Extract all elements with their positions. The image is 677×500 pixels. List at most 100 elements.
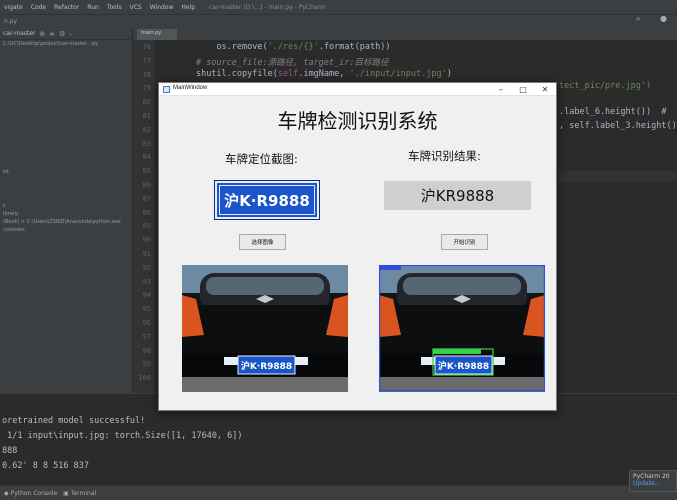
collapse-icon[interactable]: ≑ bbox=[49, 30, 55, 38]
code-token: './res/{}' bbox=[267, 42, 319, 52]
nav-path[interactable]: n.py bbox=[4, 18, 17, 25]
line-number: 95 bbox=[142, 305, 151, 314]
globe-icon[interactable]: ⊕ bbox=[39, 30, 45, 38]
window-titlebar[interactable]: MainWindow – □ ✕ bbox=[159, 83, 556, 96]
console-line: 888 bbox=[2, 446, 18, 456]
menu-code[interactable]: Code bbox=[27, 4, 50, 11]
menu-tools[interactable]: Tools bbox=[103, 4, 126, 11]
line-number: 86 bbox=[142, 181, 151, 189]
line-number: 81 bbox=[142, 112, 151, 120]
photo-plate-text: 沪K·R9888 bbox=[240, 362, 293, 372]
start-recognition-button[interactable]: 开始识别 bbox=[441, 234, 488, 250]
line-number: 87 bbox=[142, 194, 151, 203]
tree-item[interactable]: consoles bbox=[0, 226, 132, 234]
line-number: 90 bbox=[142, 236, 151, 245]
code-token: .imgName, bbox=[298, 69, 350, 79]
console-line: 0.62' 8 8 516 837 bbox=[2, 461, 89, 471]
console-line: 1/1 input\input.jpg: torch.Size([1, 1764… bbox=[2, 431, 243, 441]
line-number: 91 bbox=[142, 250, 151, 258]
python-console-label: Python Console bbox=[10, 489, 58, 497]
line-number: 84 bbox=[142, 153, 151, 162]
maximize-icon[interactable]: □ bbox=[512, 83, 534, 96]
code-line: # source_file:源路径, target_ir:目标路径 bbox=[155, 56, 389, 68]
code-fragment: .label_6.height()) # bbox=[559, 107, 667, 117]
line-number: 85 bbox=[142, 167, 151, 176]
gear-icon[interactable]: ⚙ bbox=[59, 30, 65, 38]
recognition-result-label: 车牌识别结果: bbox=[408, 149, 481, 163]
update-notification[interactable]: PyCharm 20 Update... bbox=[629, 470, 677, 492]
tab-main-py[interactable]: main.py bbox=[137, 29, 177, 40]
user-icon[interactable]: ● bbox=[660, 14, 667, 23]
code-token: .format(path)) bbox=[318, 42, 391, 52]
line-number: 82 bbox=[142, 125, 151, 134]
terminal-label: Terminal bbox=[70, 489, 97, 497]
plate-crop-text: 沪K·R9888 bbox=[219, 185, 315, 215]
line-number: 99 bbox=[142, 360, 151, 369]
line-number: 98 bbox=[142, 346, 151, 355]
main-window: MainWindow – □ ✕ 车牌检测识别系统 车牌定位截图: 车牌识别结果… bbox=[158, 82, 557, 411]
code-token: self bbox=[277, 69, 299, 79]
menu-refactor[interactable]: Refactor bbox=[50, 4, 83, 11]
search-icon[interactable]: ⌕ bbox=[636, 14, 640, 24]
code-line: shutil.copyfile(self.imgName, './input/i… bbox=[155, 69, 452, 79]
tree-item[interactable]: Ibrary: bbox=[0, 210, 132, 218]
terminal-icon: ▣ bbox=[63, 489, 69, 497]
editor-tabbar: main.py bbox=[133, 28, 677, 40]
hide-icon[interactable]: – bbox=[69, 30, 73, 38]
code-token: shutil.copyfile( bbox=[195, 69, 278, 79]
recognition-result: 沪KR9888 bbox=[384, 181, 531, 210]
line-number: 100 bbox=[138, 374, 151, 383]
update-link[interactable]: Update... bbox=[633, 480, 673, 487]
menu-run[interactable]: Run bbox=[83, 4, 103, 11]
code-fragment: , self.label_3.height() bbox=[559, 121, 677, 131]
notification-title: PyCharm 20 bbox=[633, 473, 670, 480]
code-line: os.remove('./res/{}'.format(path)) bbox=[155, 42, 390, 52]
python-icon: ◆ bbox=[4, 489, 9, 497]
line-number: 79 bbox=[142, 84, 151, 93]
select-image-button[interactable]: 选择图像 bbox=[239, 234, 286, 250]
line-number: 94 bbox=[142, 291, 151, 300]
plate-crop-image: 沪K·R9888 bbox=[215, 181, 319, 219]
line-number: 77 bbox=[142, 56, 151, 65]
ide-navbar: n.py bbox=[0, 14, 677, 28]
menu-vcs[interactable]: VCS bbox=[126, 4, 146, 11]
tree-item[interactable]: s bbox=[0, 202, 132, 210]
line-number: 76 bbox=[142, 43, 151, 51]
code-fragment: tect_pic/pre.jpg') bbox=[559, 81, 652, 91]
project-panel-header: car-master ⊕ ≑ ⚙ – bbox=[0, 28, 132, 40]
tree-item[interactable]: ist bbox=[0, 168, 132, 176]
console-line: oretrained model successful! bbox=[2, 416, 146, 426]
ide-window-title: car-master [D:\...] - main.py - PyCharm bbox=[209, 3, 326, 11]
line-number: 97 bbox=[142, 332, 151, 341]
close-icon[interactable]: ✕ bbox=[534, 83, 556, 96]
window-title: MainWindow bbox=[173, 85, 208, 91]
project-panel: car-master ⊕ ≑ ⚙ – C:\UC\Desktop\project… bbox=[0, 28, 133, 393]
plate-crop-label: 车牌定位截图: bbox=[225, 152, 298, 166]
project-root[interactable]: car-master bbox=[3, 30, 35, 37]
code-token: ) bbox=[446, 69, 452, 79]
statusbar: ◆ Python Console ▣ Terminal bbox=[0, 485, 677, 500]
menu-navigate[interactable]: vigate bbox=[0, 4, 27, 11]
tree-item[interactable]: (Book) > C:\Users\ZSNZI\Anaconda\python.… bbox=[0, 218, 132, 226]
menu-window[interactable]: Window bbox=[146, 4, 178, 11]
line-number: 88 bbox=[142, 208, 151, 217]
code-token: # source_file:源路径, target_ir:目标路径 bbox=[195, 58, 389, 68]
code-token: './input/input.jpg' bbox=[349, 69, 447, 79]
terminal-tab[interactable]: ▣ Terminal bbox=[63, 490, 96, 497]
ide-menubar: vigate Code Refactor Run Tools VCS Windo… bbox=[0, 0, 677, 14]
project-root-path[interactable]: C:\UC\Desktop\project\car-master - py bbox=[0, 40, 132, 48]
python-console-tab[interactable]: ◆ Python Console bbox=[4, 490, 57, 497]
code-token: os.remove( bbox=[216, 42, 268, 52]
line-number: 78 bbox=[142, 70, 151, 79]
detection-image: 沪K·R9888 bbox=[379, 265, 545, 392]
photo-plate-text: 沪K·R9888 bbox=[437, 362, 490, 372]
app-title: 车牌检测识别系统 bbox=[277, 109, 438, 133]
menu-help[interactable]: Help bbox=[177, 4, 199, 11]
minimize-icon[interactable]: – bbox=[490, 83, 512, 96]
line-number: 92 bbox=[142, 263, 151, 272]
line-number: 96 bbox=[142, 319, 151, 327]
line-number: 80 bbox=[142, 98, 151, 107]
app-icon bbox=[163, 86, 170, 93]
line-number: 83 bbox=[142, 139, 151, 148]
line-number: 89 bbox=[142, 222, 151, 231]
